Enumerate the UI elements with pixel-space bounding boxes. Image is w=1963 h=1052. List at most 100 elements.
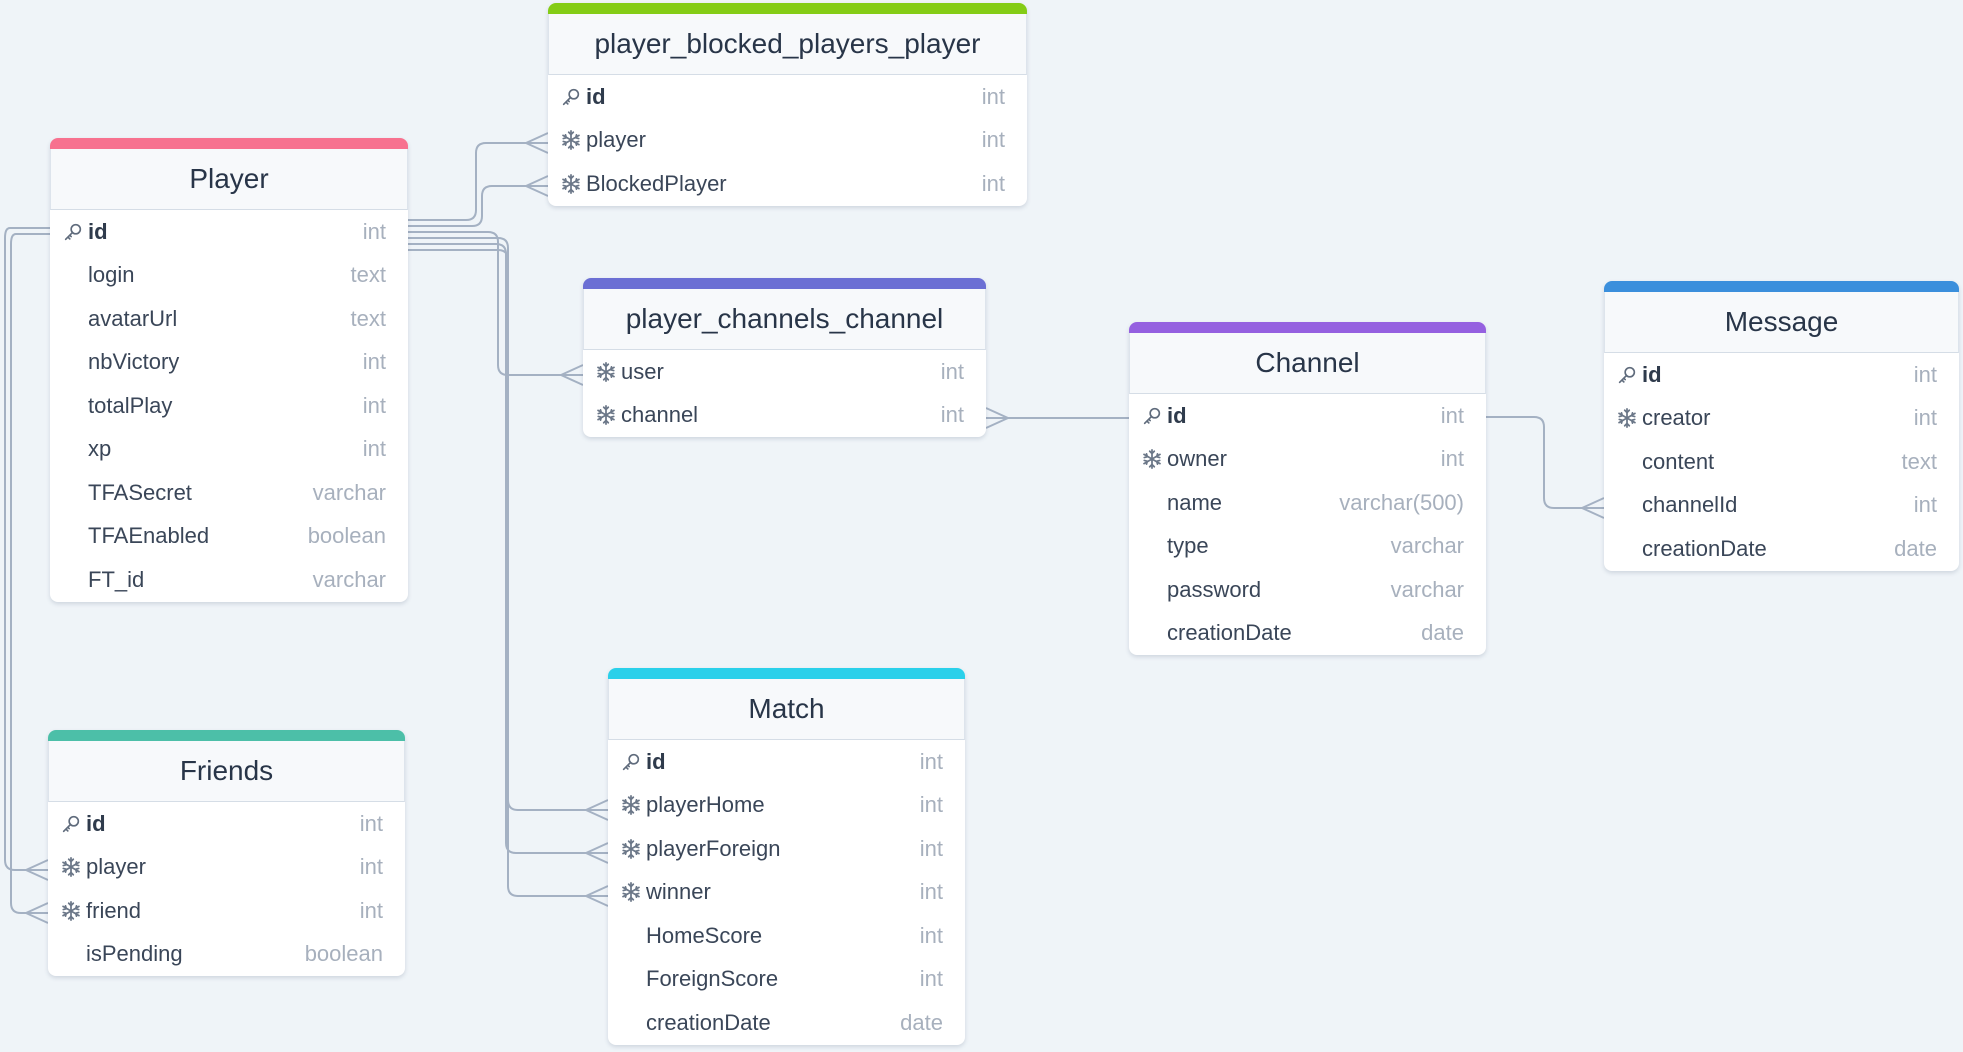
column-type: int [940, 402, 964, 428]
column-name: isPending [86, 941, 183, 967]
column-row-friend[interactable]: friend int [48, 889, 405, 933]
column-row-creation-date[interactable]: creationDate date [608, 1001, 965, 1045]
column-type: text [350, 305, 386, 331]
column-row-creation-date[interactable]: creationDate date [1129, 612, 1486, 656]
column-row-id[interactable]: id int [50, 210, 408, 254]
table-match[interactable]: Match id int playerHome int playerForeign int w… [608, 668, 965, 1045]
column-name: creationDate [646, 1009, 771, 1035]
table-title[interactable]: Channel [1129, 333, 1486, 394]
column-row-player-home[interactable]: playerHome int [608, 784, 965, 828]
table-player-blocked-players-player[interactable]: player_blocked_players_player id int player… [548, 3, 1027, 206]
table-accent-bar [1129, 322, 1486, 333]
column-row-blocked-player[interactable]: BlockedPlayer int [548, 162, 1027, 206]
column-name: password [1167, 576, 1262, 602]
column-name: type [1167, 533, 1209, 559]
column-row-nb-victory[interactable]: nbVictory int [50, 341, 408, 385]
column-row-total-play[interactable]: totalPlay int [50, 384, 408, 428]
table-title[interactable]: player_channels_channel [583, 289, 986, 350]
column-row-creation-date[interactable]: creationDate date [1604, 527, 1959, 571]
table-channel[interactable]: Channel id int owner int name varchar(500) type… [1129, 322, 1486, 655]
column-row-id[interactable]: id int [548, 75, 1027, 119]
column-row-home-score[interactable]: HomeScore int [608, 914, 965, 958]
column-row-xp[interactable]: xp int [50, 428, 408, 472]
table-accent-bar [48, 730, 405, 741]
column-row-creator[interactable]: creator int [1604, 397, 1959, 441]
table-title[interactable]: Match [608, 679, 965, 740]
snowflake-icon [1614, 405, 1640, 431]
column-row-avatar-url[interactable]: avatarUrl text [50, 297, 408, 341]
column-name: avatarUrl [88, 305, 178, 331]
column-name: creationDate [1642, 535, 1767, 561]
column-row-player[interactable]: player int [548, 119, 1027, 163]
column-row-channel[interactable]: channel int [583, 394, 986, 438]
column-type: int [362, 349, 386, 375]
snowflake-icon [618, 792, 644, 818]
snowflake-icon [1139, 446, 1165, 472]
column-type: varchar(500) [1339, 489, 1464, 515]
table-player[interactable]: Player id int login text avatarUrl text nbVicto… [50, 138, 408, 602]
relation-line [408, 142, 548, 221]
snowflake-icon [58, 898, 84, 924]
key-icon [60, 219, 86, 245]
table-message[interactable]: Message id int creator int content text channel… [1604, 281, 1959, 571]
column-row-login[interactable]: login text [50, 254, 408, 298]
column-row-content[interactable]: content text [1604, 440, 1959, 484]
icon-placeholder [60, 567, 86, 593]
icon-placeholder [58, 941, 84, 967]
crows-foot-marker [25, 902, 49, 924]
snowflake-icon [593, 402, 619, 428]
column-row-player[interactable]: player int [48, 846, 405, 890]
column-row-channel-id[interactable]: channelId int [1604, 484, 1959, 528]
column-row-name[interactable]: name varchar(500) [1129, 481, 1486, 525]
key-icon [1139, 403, 1165, 429]
column-name: channel [621, 402, 699, 428]
column-type: int [919, 835, 943, 861]
column-name: creationDate [1167, 620, 1292, 646]
column-type: int [981, 83, 1005, 109]
column-row-password[interactable]: password varchar [1129, 568, 1486, 612]
column-type: varchar [1390, 576, 1464, 602]
column-row-id[interactable]: id int [1129, 394, 1486, 438]
icon-placeholder [1614, 492, 1640, 518]
column-row-is-pending[interactable]: isPending boolean [48, 933, 405, 977]
table-title[interactable]: Friends [48, 741, 405, 802]
diagram-canvas[interactable]: Player id int login text avatarUrl text nbVicto… [0, 0, 1963, 1052]
column-type: int [919, 879, 943, 905]
column-row-tfasecret[interactable]: TFASecret varchar [50, 471, 408, 515]
table-title[interactable]: player_blocked_players_player [548, 14, 1027, 75]
column-row-winner[interactable]: winner int [608, 871, 965, 915]
column-type: int [1913, 405, 1937, 431]
column-name: id [646, 748, 666, 774]
column-type: varchar [312, 566, 386, 592]
snowflake-icon [618, 879, 644, 905]
column-row-tfaenabled[interactable]: TFAEnabled boolean [50, 515, 408, 559]
column-name: content [1642, 448, 1715, 474]
column-row-id[interactable]: id int [608, 740, 965, 784]
column-type: int [359, 897, 383, 923]
column-row-user[interactable]: user int [583, 350, 986, 394]
column-row-ft-id[interactable]: FT_id varchar [50, 558, 408, 602]
column-row-owner[interactable]: owner int [1129, 438, 1486, 482]
column-row-type[interactable]: type varchar [1129, 525, 1486, 569]
column-name: BlockedPlayer [586, 170, 727, 196]
icon-placeholder [1139, 490, 1165, 516]
column-type: int [1913, 492, 1937, 518]
crows-foot-marker [585, 842, 609, 864]
table-friends[interactable]: Friends id int player int friend int isPending b… [48, 730, 405, 976]
table-title[interactable]: Message [1604, 292, 1959, 353]
column-row-player-foreign[interactable]: playerForeign int [608, 827, 965, 871]
table-title[interactable]: Player [50, 149, 408, 210]
column-row-foreign-score[interactable]: ForeignScore int [608, 958, 965, 1002]
icon-placeholder [60, 480, 86, 506]
column-type: text [350, 262, 386, 288]
key-icon [618, 749, 644, 775]
column-row-id[interactable]: id int [48, 802, 405, 846]
column-type: boolean [307, 523, 386, 549]
column-name: TFASecret [88, 479, 192, 505]
snowflake-icon [558, 171, 584, 197]
column-type: int [919, 966, 943, 992]
column-type: int [362, 392, 386, 418]
key-icon [58, 811, 84, 837]
column-row-id[interactable]: id int [1604, 353, 1959, 397]
table-player-channels-channel[interactable]: player_channels_channel user int channel int [583, 278, 986, 437]
